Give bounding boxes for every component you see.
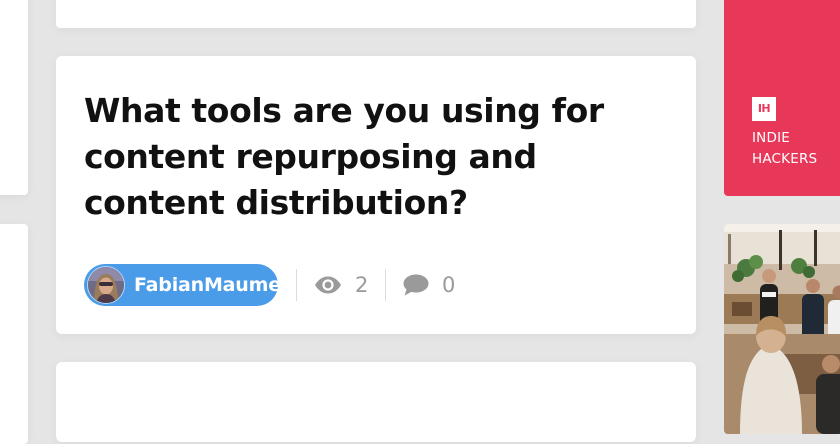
indie-hackers-logo: IH xyxy=(752,97,776,121)
eye-icon xyxy=(314,276,342,294)
comments-stat[interactable]: 0 xyxy=(403,272,455,298)
author-name: FabianMaume xyxy=(134,274,281,296)
indie-hackers-card[interactable]: IH INDIE HACKERS xyxy=(724,0,840,196)
stats-divider xyxy=(385,269,386,301)
partial-card-left-top xyxy=(0,0,28,195)
sidebar-photo[interactable] xyxy=(724,224,840,434)
indie-hackers-name: INDIE HACKERS xyxy=(752,128,840,170)
speech-bubble-icon xyxy=(403,274,429,296)
partial-card-left-middle xyxy=(0,224,28,444)
author-avatar[interactable] xyxy=(87,266,125,304)
post-card[interactable]: What tools are you using for content rep… xyxy=(56,56,696,334)
stats-divider xyxy=(296,269,297,301)
comments-count: 0 xyxy=(442,273,455,297)
next-post-card[interactable] xyxy=(56,362,696,442)
author-badge[interactable]: FabianMaume xyxy=(84,264,278,306)
views-count: 2 xyxy=(355,273,368,297)
post-title[interactable]: What tools are you using for content rep… xyxy=(84,88,684,226)
views-stat: 2 xyxy=(314,272,368,298)
previous-post-card[interactable] xyxy=(56,0,696,28)
